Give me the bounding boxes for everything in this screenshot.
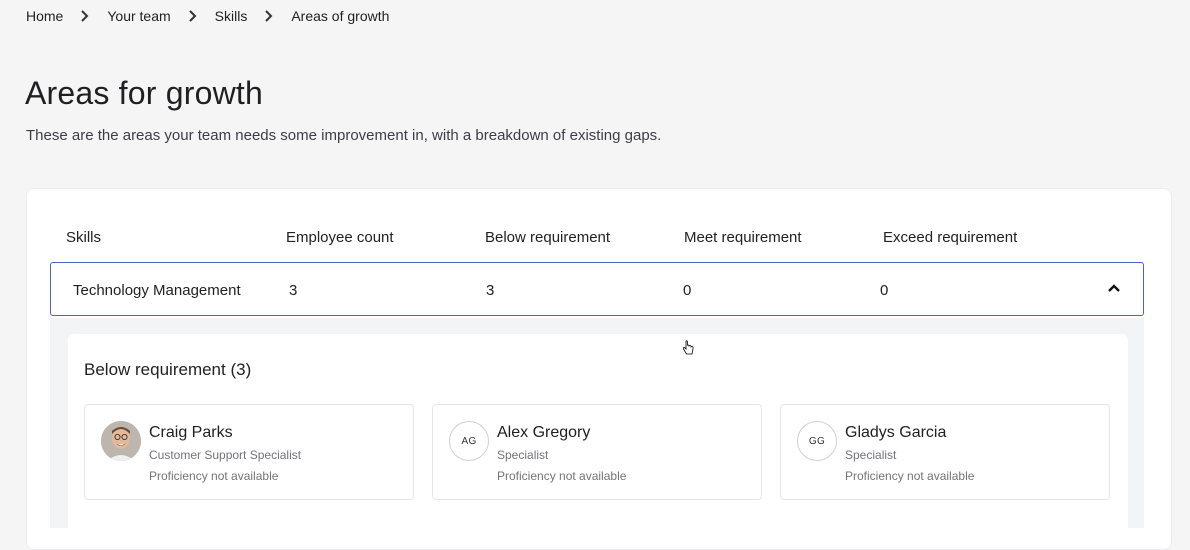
person-role: Customer Support Specialist bbox=[149, 448, 302, 462]
person-name: Craig Parks bbox=[149, 424, 233, 441]
breadcrumb-current: Areas of growth bbox=[291, 8, 390, 24]
cell-exceed: 0 bbox=[880, 282, 889, 299]
avatar bbox=[101, 421, 141, 461]
cell-below: 3 bbox=[486, 282, 495, 299]
person-role: Specialist bbox=[497, 448, 549, 462]
breadcrumb-skills[interactable]: Skills bbox=[215, 8, 248, 24]
page-title: Areas for growth bbox=[25, 75, 263, 111]
person-proficiency: Proficiency not available bbox=[845, 469, 975, 483]
header-employee-count: Employee count bbox=[286, 229, 394, 246]
person-card[interactable]: GG Gladys Garcia Specialist Proficiency … bbox=[780, 404, 1110, 500]
person-proficiency: Proficiency not available bbox=[497, 469, 627, 483]
breadcrumb-your-team[interactable]: Your team bbox=[107, 8, 170, 24]
person-role: Specialist bbox=[845, 448, 897, 462]
header-meet-requirement: Meet requirement bbox=[684, 229, 802, 246]
section-title: Below requirement (3) bbox=[84, 360, 252, 379]
person-card[interactable]: AG Alex Gregory Specialist Proficiency n… bbox=[432, 404, 762, 500]
person-card[interactable]: Craig Parks Customer Support Specialist … bbox=[84, 404, 414, 500]
breadcrumb-home[interactable]: Home bbox=[26, 8, 63, 24]
table-row[interactable]: Technology Management 3 3 0 0 bbox=[50, 262, 1144, 316]
chevron-up-icon[interactable] bbox=[1107, 281, 1121, 295]
avatar: GG bbox=[797, 421, 837, 461]
cell-meet: 0 bbox=[683, 282, 692, 299]
cell-employee-count: 3 bbox=[289, 282, 298, 299]
chevron-right-icon bbox=[63, 10, 107, 22]
avatar: AG bbox=[449, 421, 489, 461]
chevron-right-icon bbox=[171, 10, 215, 22]
person-name: Alex Gregory bbox=[497, 424, 591, 441]
header-below-requirement: Below requirement bbox=[485, 229, 611, 246]
breadcrumb: Home Your team Skills Areas of growth bbox=[26, 8, 389, 24]
person-proficiency: Proficiency not available bbox=[149, 469, 279, 483]
chevron-right-icon bbox=[247, 10, 291, 22]
cell-skill: Technology Management bbox=[73, 282, 241, 299]
page-subtitle: These are the areas your team needs some… bbox=[26, 127, 662, 144]
header-skills: Skills bbox=[66, 229, 102, 246]
hand-cursor-icon bbox=[682, 340, 694, 355]
header-exceed-requirement: Exceed requirement bbox=[883, 229, 1018, 246]
table-header: Skills Employee count Below requirement … bbox=[0, 229, 1190, 247]
person-name: Gladys Garcia bbox=[845, 424, 947, 441]
